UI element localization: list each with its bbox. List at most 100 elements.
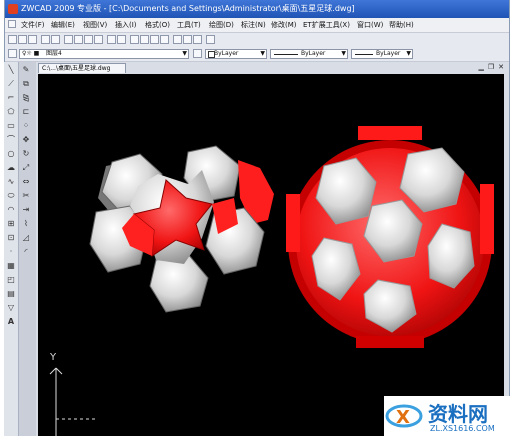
drawing-viewport — [49, 126, 494, 436]
minimize-icon[interactable]: ▁ — [478, 63, 487, 71]
make-block-icon[interactable]: ⊡ — [5, 232, 17, 244]
rim-tab-top — [358, 126, 422, 140]
paste-icon[interactable] — [84, 35, 93, 44]
make-current-layer-icon[interactable] — [193, 49, 202, 58]
svg-text:X: X — [396, 407, 410, 428]
rim-tab-right — [480, 184, 494, 254]
copy-object-icon[interactable]: ⧉ — [20, 78, 32, 90]
doc-menu-icon[interactable] — [8, 20, 16, 28]
gradient-icon[interactable]: ▽ — [5, 302, 17, 314]
redo-icon[interactable] — [117, 35, 126, 44]
close-icon[interactable]: ✕ — [498, 63, 508, 71]
menu-view[interactable]: 视图(V) — [83, 18, 107, 32]
cut-icon[interactable] — [64, 35, 73, 44]
layer-state-icons: ♀☼ ■ — [22, 50, 40, 57]
scale-icon[interactable]: ⤢ — [20, 162, 32, 174]
table-icon[interactable]: ▤ — [5, 288, 17, 300]
hatch-icon[interactable]: ▦ — [5, 260, 17, 272]
document-tab[interactable]: C:\...\桌面\五星足球.dwg — [38, 63, 126, 73]
arc-icon[interactable]: ⌒ — [5, 134, 17, 146]
standard-toolbar — [5, 33, 509, 48]
menu-insert[interactable]: 插入(I) — [115, 18, 137, 32]
spline-icon[interactable]: ∿ — [5, 176, 17, 188]
zoom-previous-icon[interactable] — [160, 35, 169, 44]
save-icon[interactable] — [28, 35, 37, 44]
trim-icon[interactable]: ✂ — [20, 190, 32, 202]
menu-bar: 文件(F) 编辑(E) 视图(V) 插入(I) 格式(O) 工具(T) 绘图(D… — [5, 18, 509, 33]
ucs-icon — [49, 367, 98, 436]
region-icon[interactable]: ◰ — [5, 274, 17, 286]
drawing-canvas[interactable]: Y — [38, 74, 504, 436]
watermark: X 资料网 ZL.XS1616.COM — [384, 396, 518, 436]
document-window-buttons: ▁❐✕ — [478, 63, 508, 71]
stretch-icon[interactable]: ⇔ — [20, 176, 32, 188]
menu-dimension[interactable]: 标注(N) — [241, 18, 266, 32]
new-icon[interactable] — [8, 35, 17, 44]
print-icon[interactable] — [41, 35, 50, 44]
watermark-brand: 资料网 — [428, 402, 488, 426]
construction-line-icon[interactable]: ⟋ — [5, 78, 17, 90]
layer-select[interactable]: ♀☼ ■ 图层4 ▼ — [19, 49, 189, 59]
app-logo-icon — [8, 4, 18, 14]
offset-icon[interactable]: ⊏ — [20, 106, 32, 118]
lineweight-select[interactable]: ByLayer ▼ — [351, 49, 413, 59]
fillet-icon[interactable]: ◜ — [20, 246, 32, 258]
polygon-icon[interactable]: ⬠ — [5, 106, 17, 118]
linetype-preview — [274, 54, 298, 55]
menu-file[interactable]: 文件(F) — [21, 18, 45, 32]
line-icon[interactable]: ╲ — [5, 64, 17, 76]
chamfer-icon[interactable]: ◿ — [20, 232, 32, 244]
break-icon[interactable]: ⌇ — [20, 218, 32, 230]
menu-modify[interactable]: 修改(M) — [271, 18, 297, 32]
point-icon[interactable]: · — [5, 246, 17, 258]
insert-block-icon[interactable]: ⊞ — [5, 218, 17, 230]
menu-format[interactable]: 格式(O) — [145, 18, 170, 32]
menu-et-tools[interactable]: ET扩展工具(X) — [303, 18, 350, 32]
title-bar: ZWCAD 2009 专业版 - [C:\Documents and Setti… — [5, 0, 509, 18]
chevron-down-icon: ▼ — [341, 50, 346, 57]
help-icon[interactable] — [206, 35, 215, 44]
watermark-logo-icon: X — [385, 404, 423, 428]
mirror-icon[interactable]: ⧎ — [20, 92, 32, 104]
open-icon[interactable] — [18, 35, 27, 44]
match-properties-icon[interactable] — [94, 35, 103, 44]
revision-cloud-icon[interactable]: ☁ — [5, 162, 17, 174]
array-icon[interactable]: ⁘ — [20, 120, 32, 132]
color-select[interactable]: ByLayer ▼ — [205, 49, 267, 59]
unfolded-soccer-ball-model — [89, 145, 274, 313]
chevron-down-icon: ▼ — [182, 50, 187, 57]
ellipse-arc-icon[interactable]: ◠ — [5, 204, 17, 216]
text-icon[interactable]: A — [5, 316, 17, 328]
copy-icon[interactable] — [74, 35, 83, 44]
undo-icon[interactable] — [107, 35, 116, 44]
lineweight-preview — [355, 54, 373, 55]
layer-toolbar: ♀☼ ■ 图层4 ▼ ByLayer ▼ ByLayer ▼ ByLayer ▼ — [5, 47, 509, 62]
assembled-soccer-ball-model — [286, 126, 494, 348]
color-swatch-icon — [208, 51, 215, 58]
design-center-icon[interactable] — [183, 35, 192, 44]
erase-icon[interactable]: ✎ — [20, 64, 32, 76]
zoom-window-icon[interactable] — [150, 35, 159, 44]
rotate-icon[interactable]: ↻ — [20, 148, 32, 160]
linetype-select[interactable]: ByLayer ▼ — [270, 49, 348, 59]
restore-icon[interactable]: ❐ — [488, 63, 498, 71]
pan-icon[interactable] — [130, 35, 139, 44]
rectangle-icon[interactable]: ▭ — [5, 120, 17, 132]
polyline-icon[interactable]: ⌐ — [5, 92, 17, 104]
menu-help[interactable]: 帮助(H) — [389, 18, 414, 32]
extend-icon[interactable]: ⇥ — [20, 204, 32, 216]
preview-icon[interactable] — [51, 35, 60, 44]
zoom-realtime-icon[interactable] — [140, 35, 149, 44]
layer-manager-icon[interactable] — [8, 49, 17, 58]
menu-window[interactable]: 窗口(W) — [357, 18, 383, 32]
ellipse-icon[interactable]: ⬭ — [5, 190, 17, 202]
properties-icon[interactable] — [173, 35, 182, 44]
menu-draw[interactable]: 绘图(D) — [209, 18, 234, 32]
menu-tools[interactable]: 工具(T) — [177, 18, 201, 32]
watermark-url: ZL.XS1616.COM — [430, 424, 495, 433]
tool-palette-icon[interactable] — [193, 35, 202, 44]
window-title: ZWCAD 2009 专业版 - [C:\Documents and Setti… — [21, 4, 355, 13]
circle-icon[interactable]: ○ — [5, 148, 17, 160]
move-icon[interactable]: ✥ — [20, 134, 32, 146]
menu-edit[interactable]: 编辑(E) — [51, 18, 75, 32]
